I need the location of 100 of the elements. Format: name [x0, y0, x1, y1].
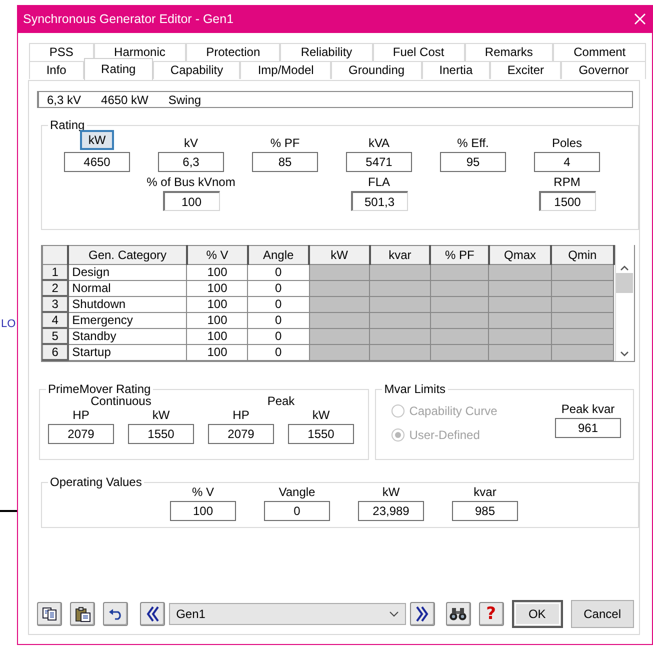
row-number: 5 — [42, 328, 68, 344]
navigator-dropdown[interactable]: Gen1 — [169, 603, 406, 625]
tab[interactable]: Exciter — [490, 61, 562, 79]
row-number: 1 — [42, 264, 68, 280]
column-header: Qmax — [488, 246, 552, 264]
copy-button[interactable] — [37, 602, 62, 626]
value-field[interactable]: 4 — [534, 152, 600, 172]
column-header: kvar — [370, 246, 430, 264]
tab[interactable]: Capability — [153, 61, 240, 79]
disabled-cell — [430, 264, 489, 280]
group-title: Mvar Limits — [383, 382, 447, 396]
tab[interactable]: Comment — [553, 43, 646, 61]
value-field[interactable]: 85 — [252, 152, 318, 172]
value-field[interactable]: 100 — [170, 501, 236, 521]
table-cell: Standby — [68, 328, 187, 344]
value-field[interactable]: 4650 — [64, 152, 130, 172]
column-header: Qmin — [551, 246, 614, 264]
value-field[interactable]: 2079 — [208, 424, 274, 444]
tab[interactable]: Governor — [561, 61, 646, 79]
value-field[interactable]: 23,989 — [358, 501, 424, 521]
previous-button[interactable] — [140, 602, 166, 626]
cancel-button[interactable]: Cancel — [570, 600, 634, 628]
table-cell: 0 — [248, 264, 310, 280]
value-field[interactable]: 5471 — [346, 152, 412, 172]
tab[interactable]: Inertia — [422, 61, 490, 79]
table-cell: Design — [68, 264, 187, 280]
row-number: 3 — [42, 296, 68, 312]
clipboard-icon — [74, 606, 91, 622]
disabled-cell — [430, 328, 489, 344]
column-header: Angle — [248, 246, 310, 264]
tab[interactable]: Remarks — [464, 43, 554, 61]
disabled-cell — [370, 296, 430, 312]
table-cell: 0 — [248, 344, 310, 360]
field-label: HP — [72, 408, 90, 422]
tab[interactable]: Rating — [84, 58, 154, 80]
table-cell: 100 — [186, 312, 248, 328]
next-button[interactable] — [410, 602, 435, 626]
ok-button[interactable]: OK — [512, 600, 563, 628]
tab[interactable]: Imp/Model — [240, 61, 332, 79]
row-number: 4 — [42, 312, 68, 328]
scroll-thumb[interactable] — [616, 273, 634, 293]
field-label: kW — [312, 408, 330, 422]
field-label: Peak kvar — [561, 402, 615, 416]
tab[interactable]: Grounding — [331, 61, 422, 79]
disabled-cell — [370, 264, 430, 280]
undo-button[interactable] — [103, 602, 128, 626]
column-header: % PF — [430, 246, 489, 264]
group-title: PrimeMover Rating — [47, 382, 152, 396]
binoculars-icon — [449, 607, 468, 621]
value-field[interactable]: 0 — [264, 501, 330, 521]
disabled-cell — [370, 280, 430, 296]
value-field[interactable]: 95 — [440, 152, 506, 172]
table-cell: 100 — [186, 264, 248, 280]
disabled-cell — [309, 264, 370, 280]
disabled-cell — [430, 296, 489, 312]
field-label: Vangle — [278, 485, 316, 499]
field-label: % Eff. — [457, 136, 489, 150]
tab[interactable]: PSS — [29, 43, 94, 61]
value-field[interactable]: 1500 — [538, 191, 596, 211]
disabled-cell — [309, 328, 370, 344]
value-field[interactable]: 1550 — [288, 424, 354, 444]
tab[interactable]: Reliability — [280, 43, 373, 61]
option-label: Capability Curve — [409, 404, 498, 418]
scrollbar[interactable] — [614, 245, 634, 361]
table-cell: Normal — [68, 280, 187, 296]
tab[interactable]: Fuel Cost — [372, 43, 465, 61]
option-label: User-Defined — [409, 428, 480, 442]
field-label: kW — [152, 408, 170, 422]
find-button[interactable] — [446, 602, 471, 626]
value-field[interactable]: 1550 — [128, 424, 194, 444]
value-field[interactable]: 2079 — [48, 424, 114, 444]
field-label: kvar — [474, 485, 496, 499]
field-label: HP — [232, 408, 250, 422]
value-field[interactable]: 6,3 — [158, 152, 224, 172]
value-field[interactable]: 985 — [452, 501, 518, 521]
tab[interactable]: Info — [29, 61, 84, 79]
background-text: LO — [1, 318, 16, 331]
field-label: Poles — [552, 136, 582, 150]
help-button[interactable]: ? — [478, 602, 504, 626]
disabled-cell — [430, 312, 489, 328]
column-header: kW — [309, 246, 370, 264]
table-cell: Startup — [68, 344, 187, 360]
disabled-cell — [488, 312, 552, 328]
value-field[interactable]: 961 — [555, 418, 621, 438]
paste-button[interactable] — [70, 602, 96, 626]
field-label: kW — [382, 485, 400, 499]
disabled-cell — [551, 328, 614, 344]
disabled-cell — [551, 280, 614, 296]
field-label: RPM — [554, 175, 580, 189]
group-label: Peak — [267, 394, 295, 408]
field-label: kV — [184, 136, 198, 150]
summary-text: 4650 kW — [101, 92, 148, 106]
scroll-up-icon — [620, 265, 630, 271]
value-field[interactable]: 501,3 — [350, 191, 408, 211]
field-label: % of Bus kVnom — [146, 175, 236, 189]
tab[interactable]: Protection — [186, 43, 280, 61]
value-field[interactable]: 100 — [162, 191, 220, 211]
kw-button[interactable]: kW — [80, 130, 114, 150]
disabled-cell — [488, 328, 552, 344]
disabled-cell — [309, 296, 370, 312]
